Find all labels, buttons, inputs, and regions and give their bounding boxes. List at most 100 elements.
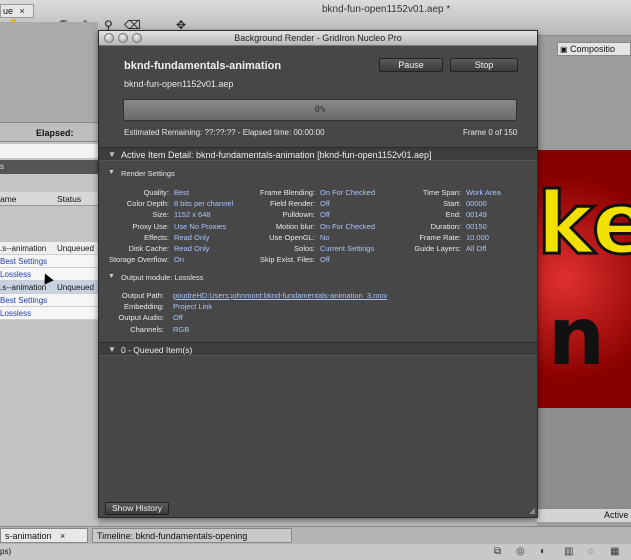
render-settings-header[interactable]: ▼ Render Settings	[99, 168, 537, 180]
comp-flowchart-icon[interactable]: ⧉	[494, 546, 501, 557]
render-settings-link[interactable]: Best Settings	[0, 255, 98, 268]
setting-value[interactable]: Off	[320, 255, 330, 264]
row-name: Best Settings	[0, 257, 48, 266]
queued-items-header[interactable]: ▼ 0 - Queued Item(s)	[99, 342, 537, 356]
setting-value[interactable]: 00150	[466, 222, 487, 231]
row-name: Lossless	[0, 270, 32, 279]
active-item-detail-label: Active Item Detail: bknd-fundamentals-an…	[121, 150, 432, 160]
setting-label: Proxy Use:	[132, 221, 169, 231]
setting-value[interactable]: Read Only	[174, 233, 209, 242]
estimated-remaining: Estimated Remaining: ??:??:?? - Elapsed …	[124, 128, 325, 137]
section-letter: s	[0, 162, 4, 171]
output-label: Output Path:	[121, 291, 164, 300]
graph-editor-icon[interactable]: ▦	[610, 546, 619, 557]
lock-icon[interactable]: ▣	[560, 44, 568, 56]
disclosure-triangle-icon[interactable]: ▼	[108, 150, 116, 159]
render-progress-bar: 0%	[123, 99, 517, 121]
row-status: Unqueued	[57, 244, 94, 253]
setting-value[interactable]: Off	[320, 199, 330, 208]
dialog-titlebar[interactable]: Background Render - GridIron Nucleo Pro	[99, 31, 537, 46]
setting-label: Skip Exist. Files:	[259, 255, 315, 265]
setting-label: Frame Blending:	[259, 188, 315, 197]
output-label: Output Audio:	[118, 313, 164, 323]
setting-value[interactable]: Work Area	[466, 188, 501, 197]
close-icon[interactable]: ×	[60, 531, 65, 541]
tab-timeline-opening[interactable]: Timeline: bknd-fundamentals-opening	[92, 528, 292, 543]
pause-button[interactable]: Pause	[379, 58, 443, 72]
close-icon[interactable]: ×	[20, 6, 25, 16]
dialog-title: Background Render - GridIron Nucleo Pro	[234, 33, 402, 43]
active-item-detail-header[interactable]: ▼ Active Item Detail: bknd-fundamentals-…	[99, 147, 537, 161]
setting-value[interactable]: 00000	[466, 199, 487, 208]
draft-3d-icon[interactable]: ◎	[516, 546, 525, 557]
table-row[interactable]: .s--animation Unqueued	[0, 242, 98, 255]
setting-label: Use OpenGL:	[269, 232, 315, 242]
show-history-button[interactable]: Show History	[105, 502, 169, 515]
render-queue-strip	[0, 144, 98, 158]
render-queue-empty-area	[0, 320, 98, 526]
setting-value[interactable]: On For Checked	[320, 222, 375, 231]
setting-value[interactable]: Read Only	[174, 244, 209, 253]
setting-value[interactable]: 1152 x 648	[174, 210, 211, 219]
setting-label: Guide Layers:	[414, 244, 461, 253]
output-value[interactable]: Off	[173, 313, 183, 322]
active-camera-label[interactable]: Active	[604, 510, 629, 520]
setting-value[interactable]: 8 bits per channel	[174, 199, 233, 208]
disclosure-triangle-icon[interactable]: ▼	[108, 169, 115, 176]
row-status: Unqueued	[57, 283, 94, 292]
frame-blend-icon[interactable]: ▥	[564, 546, 573, 557]
shy-icon[interactable]: ◐	[540, 546, 546, 557]
stop-button[interactable]: Stop	[450, 58, 518, 72]
viewer-letter: n	[548, 290, 605, 383]
row-name: .s--animation	[0, 244, 47, 253]
render-settings-link[interactable]: Best Settings	[0, 294, 98, 307]
viewer-artwork: ke	[535, 170, 631, 290]
setting-label: Storage Overflow:	[108, 255, 169, 265]
render-queue-section: s	[0, 160, 98, 174]
file-name: bknd-fun-open1152v01.aep	[124, 79, 234, 89]
column-status[interactable]: Status	[57, 194, 81, 204]
table-row[interactable]: .s--animation Unqueued	[0, 281, 98, 294]
frame-count: Frame 0 of 150	[463, 128, 518, 137]
disclosure-triangle-icon[interactable]: ▼	[108, 345, 116, 354]
output-value[interactable]: Project Link	[173, 302, 212, 311]
setting-label: Frame Rate:	[419, 232, 461, 242]
setting-label: Effects:	[144, 232, 169, 242]
setting-value[interactable]: All Off	[466, 244, 486, 253]
output-module-label: Output module: Lossless	[121, 273, 204, 282]
setting-value[interactable]: 10.000	[466, 233, 489, 242]
output-path-link[interactable]: poudreHD:Users:johnmont:bknd-fundamental…	[173, 291, 387, 300]
setting-value[interactable]: Current Settings	[320, 244, 374, 253]
queued-items-label: 0 - Queued Item(s)	[121, 345, 193, 355]
row-name: .s--animation	[0, 283, 47, 292]
setting-value[interactable]: No	[320, 233, 330, 242]
composition-tab-label: Compositio	[570, 44, 616, 54]
setting-label: Time Span:	[422, 188, 461, 197]
output-module-header[interactable]: ▼ Output module: Lossless	[99, 272, 537, 284]
setting-value[interactable]: Use No Proxies	[174, 222, 226, 231]
setting-value[interactable]: Best	[174, 188, 189, 197]
project-tab-label: ue	[3, 6, 14, 16]
setting-label: Field Render:	[269, 199, 315, 209]
setting-value[interactable]: Off	[320, 210, 330, 219]
setting-value[interactable]: On For Checked	[320, 188, 375, 197]
output-label: Channels:	[130, 324, 164, 334]
setting-value[interactable]: On	[174, 255, 184, 264]
viewer-pasteboard	[537, 408, 631, 508]
tab-animation[interactable]: s-animation ×	[0, 528, 88, 543]
tab-label: s-animation	[5, 531, 52, 541]
row-name: Lossless	[0, 309, 32, 318]
output-value[interactable]: RGB	[173, 325, 189, 334]
setting-label: Disk Cache:	[128, 244, 169, 253]
setting-value[interactable]: 00149	[466, 210, 487, 219]
row-name: Best Settings	[0, 296, 48, 305]
motion-blur-icon[interactable]: ◌	[588, 546, 594, 557]
column-name[interactable]: ame	[0, 194, 17, 204]
render-queue-header: ame Status	[0, 192, 98, 206]
setting-label: Start:	[443, 199, 461, 209]
output-module-link[interactable]: Lossless	[0, 307, 98, 320]
composition-tab[interactable]: ▣ Compositio	[557, 42, 631, 56]
project-tab[interactable]: ue ×	[0, 4, 34, 18]
disclosure-triangle-icon[interactable]: ▼	[108, 273, 115, 280]
resize-grip-icon[interactable]: ◢	[529, 506, 535, 515]
